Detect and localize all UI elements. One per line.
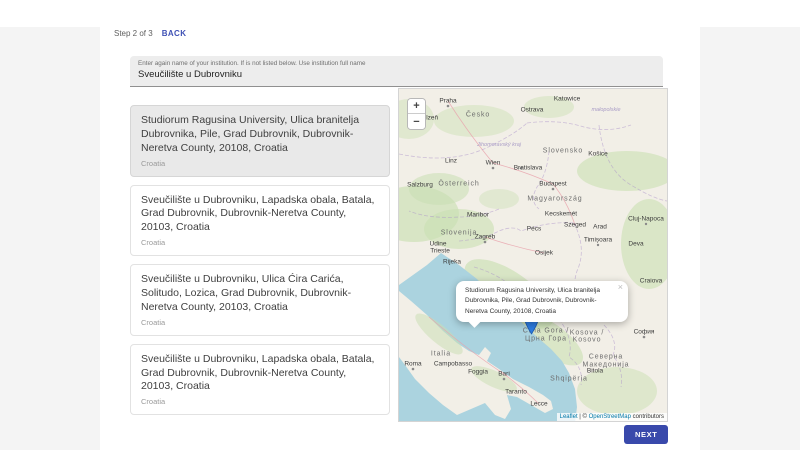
map-place-label: Timișoara: [584, 237, 612, 244]
map-place-label: Kosova /: [570, 330, 604, 337]
result-subtitle: Croatia: [141, 397, 379, 406]
osm-link[interactable]: OpenStreetMap: [589, 414, 631, 420]
map-place-label: Foggia: [468, 369, 488, 376]
map-labels: PrahaKatowiceOstravaPlzeňČeskomałopolski…: [399, 89, 668, 422]
result-item[interactable]: Studiorum Ragusina University, Ulica bra…: [130, 105, 390, 177]
map-place-label: Katowice: [554, 96, 580, 103]
map-place-label: Budapest: [539, 181, 566, 188]
result-item[interactable]: Sveučilište u Dubrovniku, Lapadska obala…: [130, 185, 390, 257]
map-place-label: Trieste: [430, 248, 450, 255]
map-place-label: Roma: [404, 361, 421, 368]
map-place-label: Osijek: [535, 250, 553, 257]
popup-close-icon[interactable]: ×: [618, 283, 623, 292]
map-place-label: Северна: [589, 354, 623, 361]
map-place-label: Cluj-Napoca: [628, 216, 664, 223]
map-place-label: małopolskie: [591, 107, 620, 113]
map-place-label: Udine: [430, 241, 447, 248]
result-subtitle: Croatia: [141, 159, 379, 168]
zoom-out-button[interactable]: −: [408, 114, 425, 129]
result-title: Sveučilište u Dubrovniku, Ulica Ćira Car…: [141, 273, 379, 315]
map-place-label: Jihomoravský kraj: [477, 142, 521, 148]
result-title: Sveučilište u Dubrovniku, Lapadska obala…: [141, 194, 379, 236]
map-place-label: Italia: [431, 351, 451, 358]
map-attribution: Leaflet | © OpenStreetMap contributors: [557, 413, 667, 421]
map-place-label: Szeged: [564, 222, 586, 229]
stepper: Step 2 of 3 BACK: [114, 29, 186, 38]
results-list: Studiorum Ragusina University, Ulica bra…: [130, 105, 390, 423]
map-place-label: Црна Гора: [525, 336, 567, 343]
map-place-label: Craiova: [640, 278, 662, 285]
map-place-label: Rijeka: [443, 259, 461, 266]
map-place-label: Slovensko: [543, 148, 583, 155]
map-place-label: Maribor: [467, 212, 489, 219]
step-indicator: Step 2 of 3: [114, 29, 153, 38]
map-place-label: Deva: [628, 241, 643, 248]
map-place-label: Praha: [439, 98, 456, 105]
page: Create institution Step 2 of 3BACK Enter…: [0, 0, 800, 450]
map-popup: Studiorum Ragusina University, Ulica bra…: [456, 281, 628, 322]
institution-name-field[interactable]: Enter again name of your institution. If…: [130, 56, 663, 87]
map-place-label: Košice: [588, 151, 608, 158]
map-place-label: Zagreb: [475, 234, 496, 241]
back-button[interactable]: BACK: [162, 29, 187, 38]
map-place-label: Wien: [486, 160, 501, 167]
institution-name-label: Enter again name of your institution. If…: [138, 60, 655, 67]
result-title: Studiorum Ragusina University, Ulica bra…: [141, 114, 379, 156]
map-zoom-control: + −: [407, 98, 426, 130]
map-place-label: Bari: [498, 371, 510, 378]
result-subtitle: Croatia: [141, 238, 379, 247]
attribution-tail: contributors: [631, 414, 664, 420]
map-place-label: Taranto: [505, 389, 527, 396]
map-place-label: Ostrava: [521, 107, 544, 114]
next-button[interactable]: NEXT: [624, 425, 668, 444]
result-subtitle: Croatia: [141, 318, 379, 327]
map-place-label: Česko: [466, 112, 490, 119]
map[interactable]: PrahaKatowiceOstravaPlzeňČeskomałopolski…: [398, 88, 668, 422]
map-place-label: Slovenija: [441, 230, 478, 237]
map-popup-text: Studiorum Ragusina University, Ulica bra…: [465, 287, 600, 315]
map-place-label: Salzburg: [407, 182, 433, 189]
map-place-label: Shqipëria: [550, 376, 588, 383]
map-place-label: София: [634, 329, 655, 336]
map-place-label: Lecce: [530, 401, 547, 408]
result-title: Sveučilište u Dubrovniku, Lapadska obala…: [141, 353, 379, 395]
leaflet-link[interactable]: Leaflet: [560, 414, 578, 420]
map-place-label: Arad: [593, 224, 607, 231]
map-place-label: Campobasso: [434, 361, 472, 368]
zoom-in-button[interactable]: +: [408, 99, 425, 114]
map-place-label: Magyarország: [527, 196, 582, 203]
map-place-label: Österreich: [438, 181, 479, 188]
map-place-label: Bitola: [587, 368, 603, 375]
map-place-label: Kecskemét: [545, 211, 577, 218]
map-place-label: Bratislava: [514, 165, 543, 172]
map-place-label: Pécs: [527, 226, 541, 233]
map-place-label: Kosovo: [573, 337, 602, 344]
institution-name-input[interactable]: Sveučilište u Dubrovniku: [138, 69, 655, 80]
result-item[interactable]: Sveučilište u Dubrovniku, Lapadska obala…: [130, 344, 390, 416]
map-place-label: Linz: [445, 158, 457, 165]
result-item[interactable]: Sveučilište u Dubrovniku, Ulica Ćira Car…: [130, 264, 390, 336]
attribution-separator: | ©: [578, 414, 589, 420]
main-panel: Step 2 of 3 BACK Enter again name of your…: [100, 0, 700, 450]
